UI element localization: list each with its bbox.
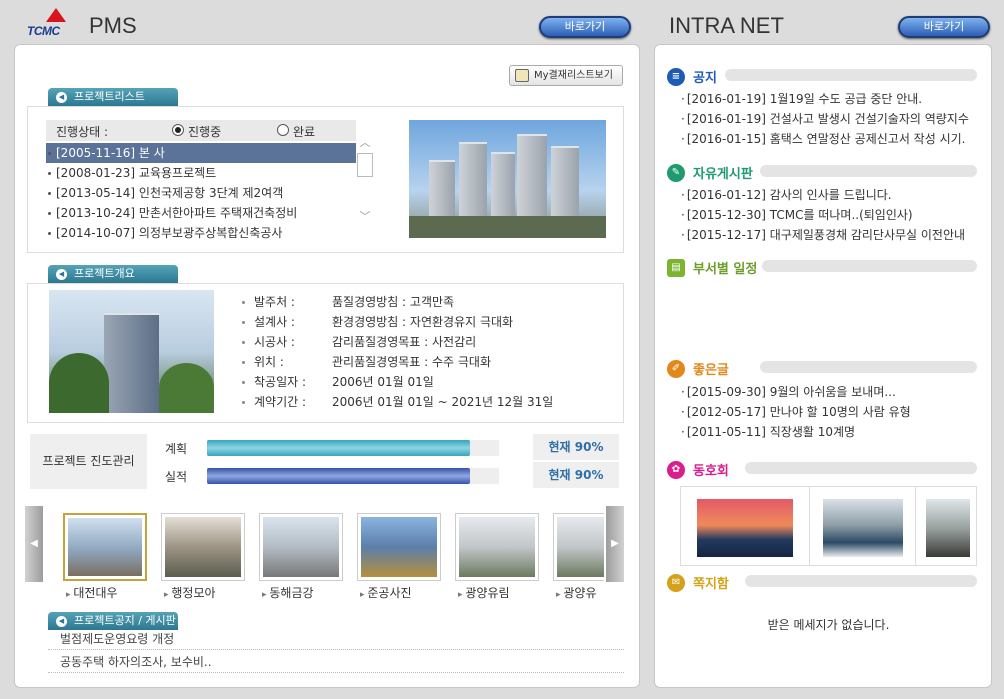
notice-item[interactable]: [2016-01-19] 1월19일 수도 공급 중단 안내. <box>681 89 979 109</box>
free-board-section-title[interactable]: ✎ 자유게시판 <box>667 163 753 182</box>
pms-go-button[interactable]: 바로가기 <box>539 16 631 38</box>
info-row: 시공사 : 감리품질경영목표 : 사전감리 <box>242 332 612 352</box>
schedule-section-title[interactable]: ▤ 부서별 일정 <box>667 258 757 277</box>
logo: TCMC <box>27 24 60 38</box>
actual-label: 실적 <box>165 470 188 484</box>
divider <box>762 260 977 272</box>
plan-progress-bar <box>207 440 470 456</box>
plan-percent: 현재 90% <box>533 434 619 460</box>
divider <box>745 462 977 474</box>
calendar-icon: ▤ <box>667 258 685 277</box>
overview-info: 발주처 : 품질경영방침 : 고객만족 설계사 : 환경경영방침 : 자연환경유지 … <box>242 292 612 417</box>
list-item[interactable]: [2013-10-24] 만촌서한아파트 주택재건축정비 <box>46 203 356 223</box>
free-board-item[interactable]: [2016-01-12] 감사의 인사를 드립니다. <box>681 185 979 205</box>
good-writing-section-title[interactable]: ✐ 좋은글 <box>667 359 729 378</box>
club-photo[interactable] <box>823 499 903 557</box>
project-photo <box>409 120 606 238</box>
gallery-label[interactable]: 광양유림 <box>458 584 509 601</box>
divider <box>760 165 977 177</box>
gallery-label[interactable]: 행정모아 <box>164 584 215 601</box>
info-row: 위치 : 관리품질경영목표 : 수주 극대화 <box>242 352 612 372</box>
free-board-item[interactable]: [2015-12-30] TCMC를 떠나며..(퇴임인사) <box>681 205 979 225</box>
gallery-strip: 대전대우 행정모아 동해금강 준공사진 광양유림 광양유 <box>48 512 604 602</box>
pencil-icon: ✎ <box>667 163 685 182</box>
club-photo[interactable] <box>926 499 970 557</box>
plan-label: 계획 <box>165 442 188 456</box>
radio-in-progress[interactable] <box>172 124 184 136</box>
memo-icon: ✉ <box>667 573 685 592</box>
info-row: 계약기간 :2006년 01월 01일 ~ 2021년 12월 31일 <box>242 392 612 412</box>
scroll-down-icon[interactable]: ﹀ <box>357 208 373 224</box>
list-item[interactable]: [2014-10-07] 의정부보광주상복합신축공사 <box>46 223 356 243</box>
gallery-next-button[interactable]: ▶ <box>606 506 624 582</box>
status-label: 진행상태 : <box>56 125 109 139</box>
divider <box>745 575 977 587</box>
my-approval-list-button[interactable]: My결재리스트보기 <box>509 65 623 86</box>
gallery-thumb[interactable] <box>63 513 147 581</box>
intranet-go-button[interactable]: 바로가기 <box>898 16 990 38</box>
radio-done[interactable] <box>277 124 289 136</box>
gallery-thumb[interactable] <box>455 513 539 581</box>
good-writing-item[interactable]: [2012-05-17] 만나야 할 10명의 사람 유형 <box>681 402 979 422</box>
free-board-item[interactable]: [2015-12-17] 대구제일풍경채 감리단사무실 이전안내 <box>681 225 979 245</box>
club-gallery <box>680 486 977 566</box>
memo-section-title[interactable]: ✉ 쪽지함 <box>667 573 729 592</box>
board-item[interactable]: 공동주택 하자의조사, 보수비.. <box>48 651 624 673</box>
gallery-thumb[interactable] <box>553 513 604 581</box>
list-item[interactable]: [2008-01-23] 교육용프로젝트 <box>46 163 356 183</box>
scrollbar-thumb[interactable] <box>357 153 373 177</box>
info-row: 설계사 : 환경경영방침 : 자연환경유지 극대화 <box>242 312 612 332</box>
gallery-thumb[interactable] <box>357 513 441 581</box>
list-item[interactable]: [2013-05-14] 인천국제공항 3단계 제2여객 <box>46 183 356 203</box>
intranet-title: INTRA NET <box>669 13 784 38</box>
info-row: 발주처 : 품질경영방침 : 고객만족 <box>242 292 612 312</box>
club-icon: ✿ <box>667 460 685 479</box>
my-approval-list-label: My결재리스트보기 <box>534 70 613 81</box>
pen-icon: ✐ <box>667 359 685 378</box>
list-item[interactable]: [2005-11-16] 본 사 <box>46 143 356 163</box>
club-photo[interactable] <box>697 499 793 557</box>
gallery-label[interactable]: 동해금강 <box>262 584 313 601</box>
tab-project-list: 프로젝트리스트 <box>48 88 178 106</box>
info-row: 착공일자 :2006년 01월 01일 <box>242 372 612 392</box>
gallery-prev-button[interactable]: ◀ <box>25 506 43 582</box>
notice-icon: ≡ <box>667 67 685 86</box>
actual-percent: 현재 90% <box>533 462 619 488</box>
radio-in-progress-label: 진행중 <box>188 125 222 139</box>
good-writing-item[interactable]: [2015-09-30] 9월의 아쉬움을 보내며... <box>681 382 979 402</box>
gallery-thumb[interactable] <box>259 513 343 581</box>
tab-project-overview: 프로젝트개요 <box>48 265 178 283</box>
project-listbox[interactable]: [2005-11-16] 본 사 [2008-01-23] 교육용프로젝트 [2… <box>46 143 356 243</box>
board-item[interactable]: 벌점제도운영요령 개정 <box>48 628 624 650</box>
divider <box>725 69 977 81</box>
gallery-label[interactable]: 대전대우 <box>66 584 117 601</box>
memo-empty-text: 받은 메세지가 없습니다. <box>767 618 890 632</box>
radio-done-label: 완료 <box>293 125 316 139</box>
actual-track <box>207 468 499 484</box>
notice-section-title[interactable]: ≡ 공지 <box>667 67 717 86</box>
logo-mark-icon <box>46 8 66 22</box>
actual-progress-bar <box>207 468 470 484</box>
scroll-up-icon[interactable]: ︿ <box>357 134 373 150</box>
progress-title: 프로젝트 진도관리 <box>30 434 147 489</box>
notice-item[interactable]: [2016-01-15] 홈택스 연말정산 공제신고서 작성 시기. <box>681 129 979 149</box>
club-section-title[interactable]: ✿ 동호회 <box>667 460 729 479</box>
gallery-thumb[interactable] <box>161 513 245 581</box>
gallery-label[interactable]: 준공사진 <box>360 584 411 601</box>
approval-icon <box>515 69 529 82</box>
plan-track <box>207 440 499 456</box>
divider <box>760 361 977 373</box>
notice-item[interactable]: [2016-01-19] 건설사고 발생시 건설기술자의 역량지수 <box>681 109 979 129</box>
overview-photo <box>49 290 214 413</box>
gallery-label[interactable]: 광양유 <box>556 584 596 601</box>
app-title: PMS <box>89 13 137 38</box>
good-writing-item[interactable]: [2011-05-11] 직장생활 10계명 <box>681 422 979 442</box>
status-filter: 진행상태 : 진행중 완료 <box>46 120 356 141</box>
